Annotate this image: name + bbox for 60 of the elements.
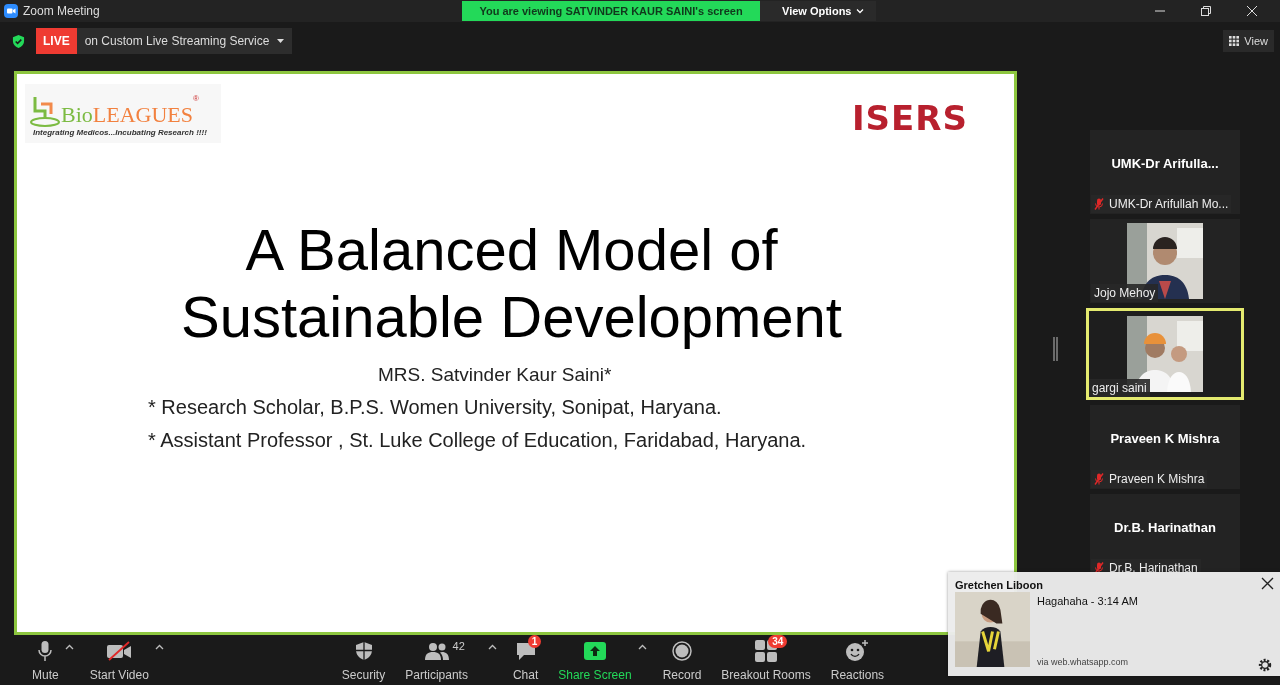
- record-icon: [672, 641, 692, 661]
- share-screen-icon: [583, 642, 606, 660]
- participant-name: Dr.B. Harinathan: [1114, 519, 1216, 535]
- caret-up-icon[interactable]: [637, 644, 647, 650]
- caret-up-icon[interactable]: [154, 644, 164, 650]
- toolbar-button[interactable]: 1 Chat: [508, 636, 543, 685]
- affiliation-text: * Research Scholar, B.P.S. Women University, Sonipat, Haryana.: [148, 396, 723, 419]
- window-title: Zoom Meeting: [23, 4, 100, 18]
- slide-title: A Balanced Model of: [244, 216, 779, 283]
- participant-tile[interactable]: Jojo Mehoy: [1090, 219, 1240, 303]
- live-badge: LIVE: [36, 28, 77, 54]
- author-text: MRS. Satvinder Kaur Saini*: [378, 364, 613, 386]
- count-badge: 1: [527, 635, 542, 648]
- isers-logo: ISERS: [851, 98, 968, 138]
- name-label: UMK-Dr Arifullah Mo...: [1091, 195, 1232, 213]
- caret-up-icon[interactable]: [487, 644, 497, 650]
- name-label: gargi saini: [1089, 379, 1150, 397]
- view-options-button[interactable]: View Options: [760, 1, 877, 21]
- toolbar-button[interactable]: 42 Participants: [401, 636, 472, 685]
- toolbar-button[interactable]: Record: [658, 636, 706, 685]
- participant-tile[interactable]: UMK-Dr Arifulla... UMK-Dr Arifullah Mo...: [1090, 130, 1240, 214]
- toolbar-button[interactable]: Start Video: [85, 636, 153, 685]
- affiliation-text: * Assistant Professor , St. Luke College of Education, Faridabad, Haryana.: [148, 429, 808, 452]
- viewing-banner: You are viewing SATVINDER KAUR SAINI's screen: [462, 1, 760, 21]
- caret-up-icon[interactable]: [64, 644, 74, 650]
- bioleagues-logo: BioLEAGUES ® Integrating Medicos...Incubating Research !!!!: [25, 84, 221, 143]
- participant-tile[interactable]: gargi saini: [1086, 308, 1244, 400]
- resize-handle-icon[interactable]: [1052, 336, 1058, 361]
- toolbar-button[interactable]: Mute: [28, 636, 63, 685]
- restore-icon[interactable]: [1200, 5, 1212, 17]
- people-icon: [424, 642, 449, 660]
- chevron-icon: [856, 8, 865, 14]
- toolbar-button[interactable]: Share Screen: [554, 636, 636, 685]
- grid-icon: [1229, 36, 1240, 46]
- sender-name: Gretchen Liboon: [955, 579, 1043, 591]
- shield-icon[interactable]: [12, 33, 25, 49]
- count-badge: 34: [768, 635, 788, 648]
- smiley-icon: [845, 640, 870, 662]
- message-notification[interactable]: Gretchen Liboon Hagahaha - 3:14 AM via web.whatsapp.com: [948, 572, 1280, 676]
- toolbar-button[interactable]: 34 Breakout Rooms: [717, 636, 815, 685]
- stream-dropdown[interactable]: on Custom Live Streaming Service: [76, 28, 293, 54]
- slide-title: Sustainable Development: [180, 283, 843, 350]
- participant-name: Praveen K Mishra: [1110, 430, 1220, 446]
- view-button[interactable]: View: [1223, 30, 1274, 52]
- app-logo-icon: [4, 4, 18, 18]
- microphone-icon: [38, 640, 53, 662]
- message-text: Hagahaha - 3:14 AM: [1037, 595, 1138, 607]
- shield-icon: [354, 641, 373, 661]
- name-label: Jojo Mehoy: [1091, 284, 1159, 302]
- participant-count: 42: [452, 640, 465, 652]
- close-icon[interactable]: [1261, 577, 1274, 590]
- toolbar-button[interactable]: Security: [337, 636, 390, 685]
- participant-tile[interactable]: Praveen K Mishra Praveen K Mishra: [1090, 405, 1240, 489]
- settings-icon[interactable]: [1257, 657, 1273, 673]
- caret-icon: [277, 38, 285, 44]
- video-off-icon: [106, 641, 133, 661]
- toolbar-button[interactable]: Reactions: [826, 636, 889, 685]
- source-text: via web.whatsapp.com: [1037, 657, 1130, 667]
- participant-name: UMK-Dr Arifulla...: [1111, 155, 1219, 171]
- name-label: Praveen K Mishra: [1091, 470, 1208, 488]
